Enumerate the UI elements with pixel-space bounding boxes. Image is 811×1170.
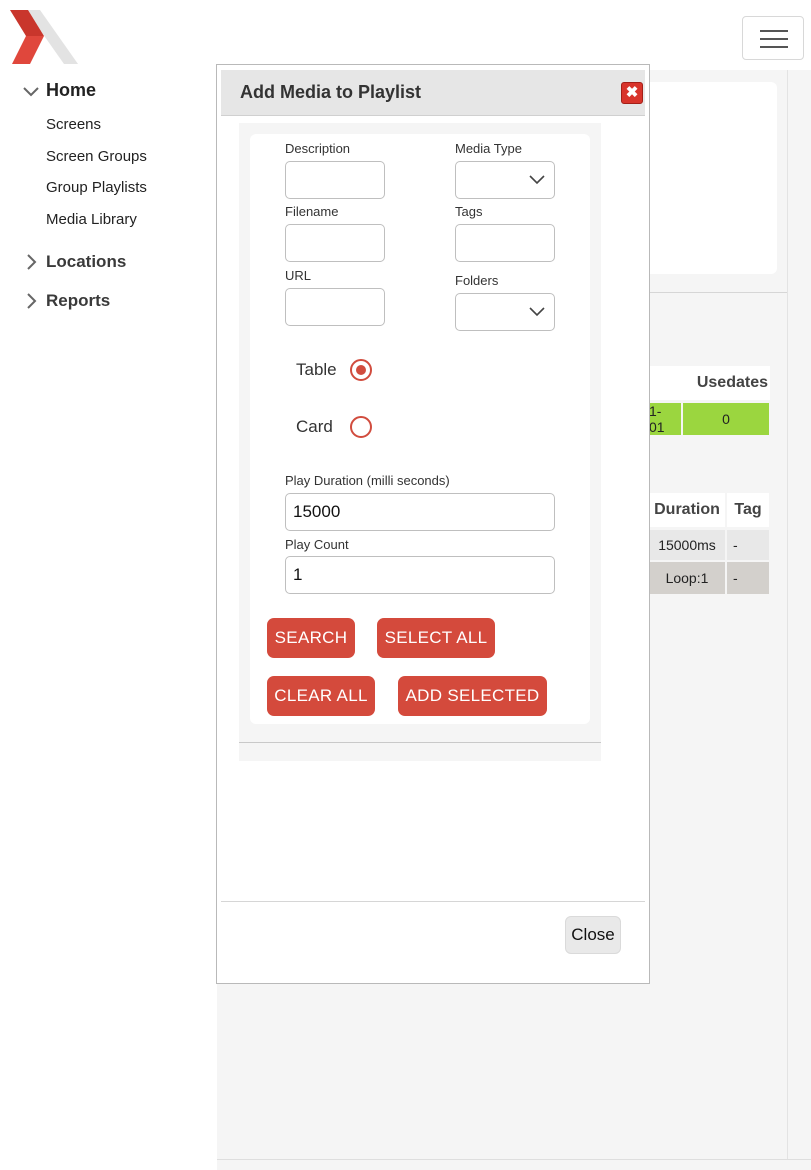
tags-input[interactable]	[455, 224, 555, 262]
search-button[interactable]: SEARCH	[267, 618, 355, 658]
sidebar-item-media-library[interactable]: Media Library	[46, 211, 137, 228]
table-cell-duration: 15000ms	[649, 530, 725, 560]
sidebar-group-label: Reports	[46, 291, 111, 310]
description-label: Description	[285, 141, 351, 156]
table-cell-tag: -	[727, 530, 769, 560]
table-header-tag: Tag	[727, 493, 769, 527]
close-button[interactable]: Close	[565, 916, 621, 954]
modal-header: Add Media to Playlist ✖	[221, 70, 645, 116]
tags-label: Tags	[455, 204, 483, 219]
table-cell-usedates: 0	[683, 403, 769, 435]
url-input[interactable]	[285, 288, 385, 326]
divider	[239, 742, 601, 743]
chevron-down-icon	[23, 86, 39, 96]
filename-input[interactable]	[285, 224, 385, 262]
filename-label: Filename	[285, 204, 339, 219]
table-view-label: Table	[296, 360, 337, 379]
close-icon: ✖	[625, 84, 639, 101]
modal-title: Add Media to Playlist	[240, 82, 422, 102]
app-logo[interactable]	[8, 8, 80, 66]
modal-body: Description Media Type Filename Tags URL…	[239, 123, 601, 761]
card-view-label: Card	[296, 417, 333, 436]
table-header-duration: Duration	[649, 493, 725, 527]
media-type-select[interactable]	[455, 161, 555, 199]
sidebar-group-label: Home	[46, 80, 97, 100]
play-count-label: Play Count	[285, 537, 349, 552]
sidebar-item-screen-groups[interactable]: Screen Groups	[46, 148, 147, 165]
add-selected-button[interactable]: ADD SELECTED	[398, 676, 547, 716]
modal-close-x-button[interactable]: ✖	[621, 82, 643, 104]
chevron-right-icon	[27, 293, 37, 309]
search-form: Description Media Type Filename Tags URL…	[250, 134, 590, 724]
chevron-right-icon	[27, 254, 37, 270]
play-duration-label: Play Duration (milli seconds)	[285, 473, 450, 488]
modal-footer-divider	[221, 901, 645, 902]
table-cell-duration: Loop:1	[649, 562, 725, 594]
select-all-button[interactable]: SELECT ALL	[377, 618, 495, 658]
chevron-down-icon	[529, 307, 545, 317]
add-media-modal: Add Media to Playlist ✖ Description Medi…	[216, 64, 650, 984]
play-duration-input[interactable]	[285, 493, 555, 531]
menu-toggle-button[interactable]	[742, 16, 804, 60]
url-label: URL	[285, 268, 312, 283]
clear-all-button[interactable]: CLEAR ALL	[267, 676, 375, 716]
folders-label: Folders	[455, 273, 499, 288]
sidebar-group-label: Locations	[46, 252, 127, 271]
play-count-input[interactable]	[285, 556, 555, 594]
hamburger-icon	[760, 30, 788, 32]
table-cell-tag: -	[727, 562, 769, 594]
chevron-down-icon	[529, 175, 545, 185]
sidebar-group-locations[interactable]: Locations	[22, 252, 126, 272]
sidebar-item-screens[interactable]: Screens	[46, 116, 101, 133]
table-cell-date: 1-01	[649, 403, 681, 435]
description-input[interactable]	[285, 161, 385, 199]
sidebar-group-home[interactable]: Home	[22, 80, 96, 101]
sidebar-group-reports[interactable]: Reports	[22, 291, 110, 311]
sidebar-item-group-playlists[interactable]: Group Playlists	[46, 179, 147, 196]
media-type-label: Media Type	[455, 141, 522, 156]
card-view-radio[interactable]	[350, 416, 372, 438]
table-header-usedates: Usedates	[649, 366, 770, 400]
folders-select[interactable]	[455, 293, 555, 331]
table-view-radio[interactable]	[350, 359, 372, 381]
